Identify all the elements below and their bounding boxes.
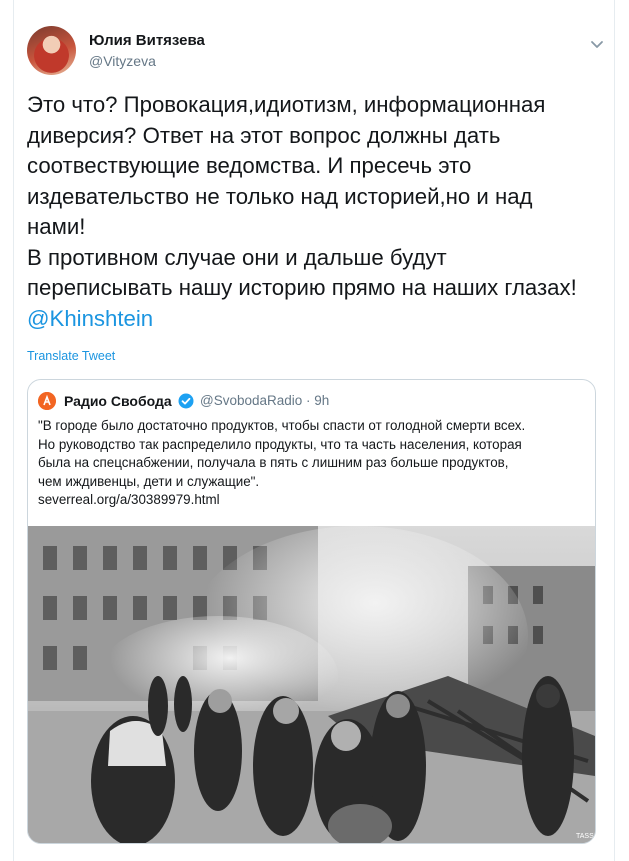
quoted-author-handle[interactable]: @SvobodaRadio [200, 393, 302, 408]
photo-watermark: TASS [576, 833, 594, 840]
tweet-line: диверсия? Ответ на этот вопрос должны да… [27, 122, 501, 148]
quoted-line: "В городе было достаточно продуктов, что… [38, 418, 526, 433]
tweet-line: издевательство не только над историей,но… [27, 183, 533, 209]
tweet-header: Юлия Витязева @Vityzeva [27, 22, 607, 82]
tweet-line: В противном случае они и дальше будут [27, 244, 447, 270]
verified-badge-icon [178, 393, 194, 409]
author-display-name[interactable]: Юлия Витязева [89, 32, 205, 50]
radio-svoboda-logo-icon [38, 392, 56, 410]
quoted-time[interactable]: 9h [314, 393, 329, 408]
translate-tweet-link[interactable]: Translate Tweet [27, 349, 115, 363]
quoted-line: была на спецснабжении, получала в пять с… [38, 455, 509, 471]
quoted-photo[interactable]: TASS [28, 526, 595, 843]
quoted-tweet-text: "В городе было достаточно продуктов, что… [38, 417, 586, 510]
quoted-line: Но руководство так распределило продукты… [38, 436, 522, 452]
tweet-line: переписывать нашу историю прямо на наших… [27, 275, 577, 300]
tweet-line: соотвествующие ведомства. И пресечь это [27, 153, 472, 178]
wartime-street-photo: TASS [28, 526, 595, 843]
chevron-down-icon[interactable] [587, 34, 607, 54]
author-avatar[interactable] [27, 26, 76, 75]
tweet-text: Это что? Провокация,идиотизм, информацио… [27, 90, 607, 334]
quoted-meta: @SvobodaRadio · 9h [200, 393, 330, 408]
author-name-block[interactable]: Юлия Витязева @Vityzeva [89, 32, 205, 70]
tweet-line: нами! [27, 214, 86, 239]
timeline-border-right [614, 0, 615, 861]
author-handle[interactable]: @Vityzeva [89, 52, 205, 70]
quoted-author-name[interactable]: Радио Свобода [64, 392, 172, 410]
timeline-border-left [13, 0, 14, 861]
mention-link[interactable]: @Khinshtein [27, 306, 153, 331]
tweet-line: Это что? Провокация,идиотизм, информацио… [27, 92, 546, 117]
quoted-line: чем иждивенцы, дети и служащие". [38, 473, 260, 489]
quoted-tweet-card[interactable]: Радио Свобода @SvobodaRadio · 9h "В горо… [27, 379, 596, 844]
quoted-url-link[interactable]: severreal.org/a/30389979.html [38, 492, 220, 507]
